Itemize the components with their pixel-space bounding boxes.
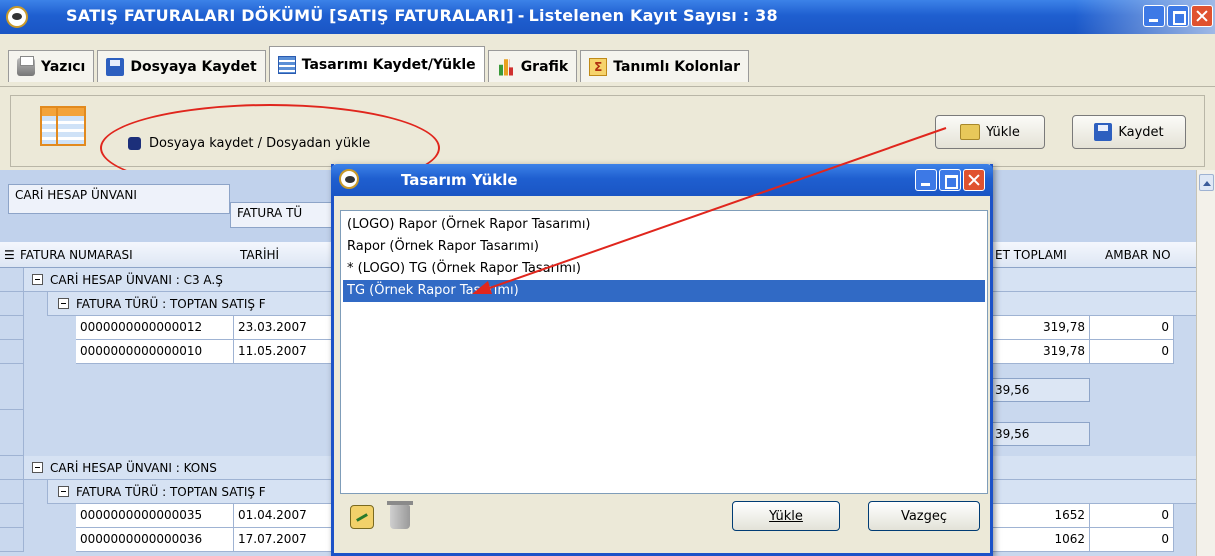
arrow-line [483,127,947,291]
arrow-head [472,281,492,294]
annotation-arrow [472,127,947,294]
